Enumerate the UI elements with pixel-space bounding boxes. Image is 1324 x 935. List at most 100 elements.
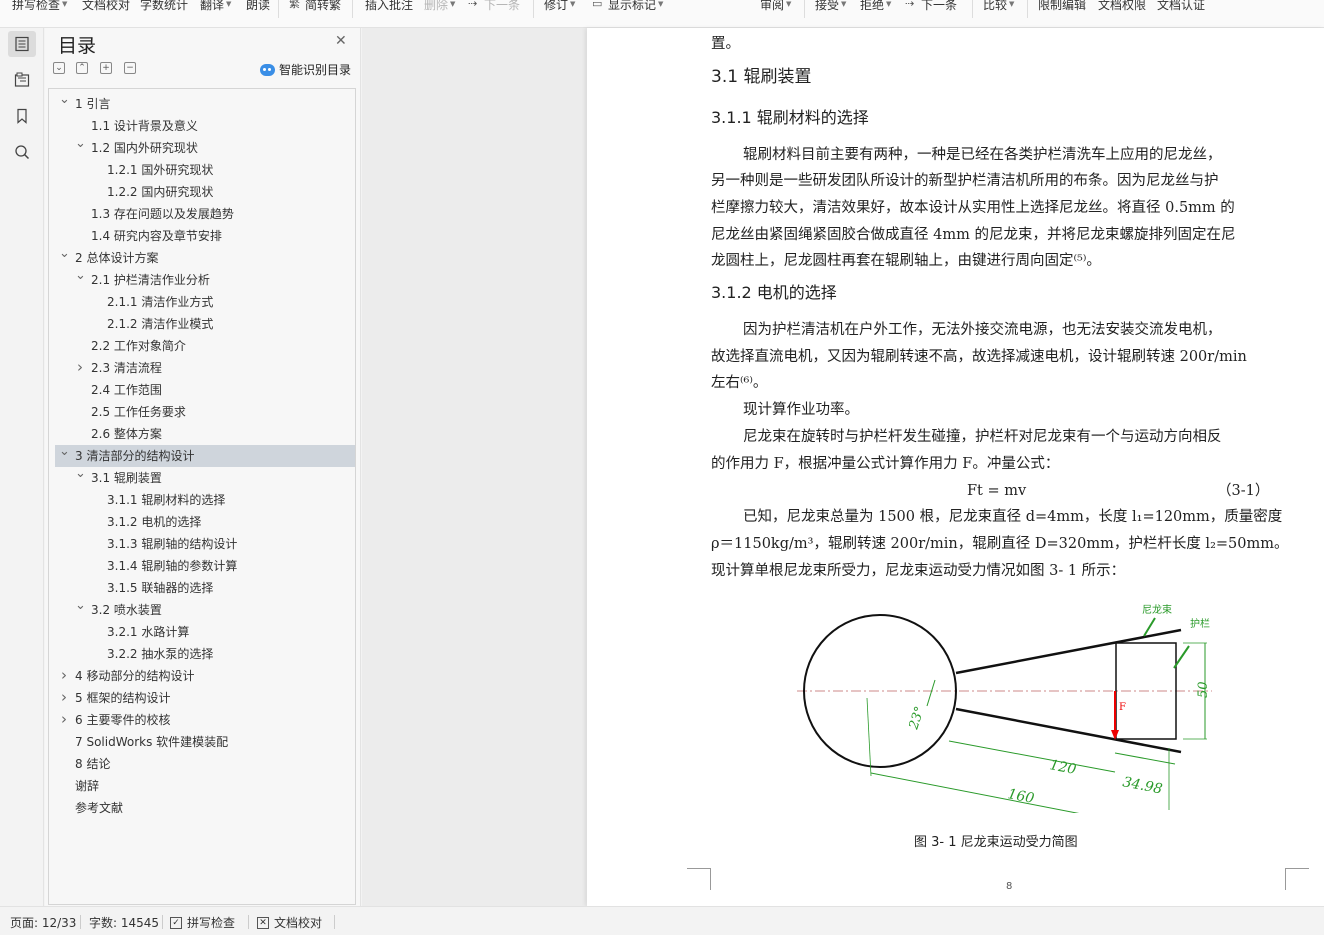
toc-item[interactable]: › 5 框架的结构设计 <box>49 687 349 709</box>
search-panel-button[interactable] <box>8 139 36 165</box>
outline-panel-button[interactable] <box>8 67 36 93</box>
dim-50-label: 50 <box>1196 681 1211 698</box>
toc-item[interactable]: ⌄ 3 清洁部分的结构设计 <box>55 444 355 467</box>
delete-comment-label: 删除 <box>424 0 449 12</box>
track-changes-button[interactable]: 修订 ▼ <box>544 0 575 13</box>
status-divider <box>248 915 249 929</box>
toc-item[interactable]: 7 SolidWorks 软件建模装配 <box>49 731 349 753</box>
review-toolbar: 拼写检查 ▼ 文档校对 字数统计 翻译 ▼ 朗读 繁简转繁 插入批注 删除 ▼ ⇢ 下一… <box>0 0 1324 28</box>
toc-item[interactable]: 3.1.3 辊刷轴的结构设计 <box>49 533 349 555</box>
toc-item[interactable]: 3.2.1 水路计算 <box>49 621 349 643</box>
toc-item[interactable]: 1.2.1 国外研究现状 <box>49 159 349 181</box>
chevron-right-icon[interactable]: › <box>59 686 69 708</box>
doc-proofread-button[interactable]: 文档校对 <box>82 0 130 13</box>
toc-item[interactable]: 1.3 存在问题以及发展趋势 <box>49 203 349 225</box>
bookmark-icon <box>17 108 27 124</box>
toc-item[interactable]: 参考文献 <box>49 797 349 819</box>
delete-comment-button[interactable]: 删除 ▼ <box>424 0 455 13</box>
nylon-leader <box>1143 617 1156 637</box>
toc-item[interactable]: 3.1.1 辊刷材料的选择 <box>49 489 349 511</box>
insert-comment-button[interactable]: 插入批注 <box>365 0 413 13</box>
toc-item-label: 2.4 工作范围 <box>91 383 162 397</box>
smart-toc-button[interactable]: 智能识别目录 <box>260 61 351 78</box>
remove-heading-icon[interactable]: − <box>124 62 136 74</box>
restrict-edit-button[interactable]: 限制编辑 <box>1038 0 1086 13</box>
toc-item[interactable]: 2.1.1 清洁作业方式 <box>49 291 349 313</box>
toc-item-label: 3.1.1 辊刷材料的选择 <box>107 493 226 507</box>
page-indicator[interactable]: 页面: 12/33 <box>10 914 76 931</box>
toolbar-divider <box>804 0 805 18</box>
toolbar-divider <box>533 0 534 18</box>
chevron-down-icon[interactable]: ⌄ <box>59 243 70 265</box>
toc-item[interactable]: 3.1.5 联轴器的选择 <box>49 577 349 599</box>
toc-item[interactable]: 2.1.2 清洁作业模式 <box>49 313 349 335</box>
word-count-indicator-label: 字数: 14545 <box>89 916 160 930</box>
doc-certify-button[interactable]: 文档认证 <box>1157 0 1205 13</box>
toc-item-label: 5 框架的结构设计 <box>75 691 171 705</box>
chevron-down-icon[interactable]: ⌄ <box>59 441 70 463</box>
toc-title: 目录 <box>58 35 97 57</box>
toc-item[interactable]: 1.4 研究内容及章节安排 <box>49 225 349 247</box>
toc-item-label: 3.2.2 抽水泵的选择 <box>107 647 214 661</box>
add-heading-icon[interactable]: + <box>100 62 112 74</box>
compare-button[interactable]: 比较 ▼ <box>983 0 1014 13</box>
toc-item[interactable]: 2.4 工作范围 <box>49 379 349 401</box>
toc-item[interactable]: 3.1.4 辊刷轴的参数计算 <box>49 555 349 577</box>
chevron-down-icon[interactable]: ⌄ <box>59 89 70 111</box>
accept-button[interactable]: 接受 ▼ <box>815 0 846 13</box>
status-proofread[interactable]: ✕ 文档校对 <box>257 914 322 931</box>
toc-item[interactable]: ⌄ 1.2 国内外研究现状 <box>49 136 349 159</box>
toc-item[interactable]: ⌄ 2 总体设计方案 <box>49 246 349 269</box>
toc-item[interactable]: 3.1.2 电机的选择 <box>49 511 349 533</box>
toc-item[interactable]: ⌄ 1 引言 <box>49 92 349 115</box>
reject-button[interactable]: 拒绝 ▼ <box>860 0 891 13</box>
toc-item-label: 4 移动部分的结构设计 <box>75 669 195 683</box>
chevron-down-icon[interactable]: ⌄ <box>75 265 86 287</box>
toc-item[interactable]: ⌄ 3.1 辊刷装置 <box>49 466 349 489</box>
show-markup-button[interactable]: ▭ 显示标记 ▼ <box>592 0 663 13</box>
word-count-indicator[interactable]: 字数: 14545 <box>89 914 159 931</box>
toc-item[interactable]: 8 结论 <box>49 753 349 775</box>
toc-item[interactable]: ⌄ 3.2 喷水装置 <box>49 598 349 621</box>
toc-item[interactable]: 2.5 工作任务要求 <box>49 401 349 423</box>
toc-item[interactable]: 2.2 工作对象简介 <box>49 335 349 357</box>
review-label: 审阅 <box>760 0 785 12</box>
bookmark-panel-button[interactable] <box>8 103 36 129</box>
toc-item[interactable]: 谢辞 <box>49 775 349 797</box>
toc-item-label: 6 主要零件的校核 <box>75 713 171 727</box>
toc-item[interactable]: › 4 移动部分的结构设计 <box>49 665 349 687</box>
review-button[interactable]: 审阅 ▼ <box>760 0 791 13</box>
next-comment-button[interactable]: ⇢ 下一条 <box>468 0 520 13</box>
chevron-right-icon[interactable]: › <box>75 356 85 378</box>
simplified-to-traditional-button[interactable]: 繁简转繁 <box>289 0 341 13</box>
chevron-down-icon[interactable]: ⌄ <box>75 595 86 617</box>
chevron-right-icon[interactable]: › <box>59 708 69 730</box>
expand-up-icon[interactable]: ⌃ <box>76 62 88 74</box>
next-change-button[interactable]: ⇢ 下一条 <box>905 0 957 13</box>
status-divider <box>80 915 81 929</box>
toc-panel-button[interactable] <box>8 31 36 57</box>
read-aloud-button[interactable]: 朗读 <box>246 0 270 13</box>
toc-item[interactable]: 3.2.2 抽水泵的选择 <box>49 643 349 665</box>
toc-item[interactable]: 1.1 设计背景及意义 <box>49 115 349 137</box>
toc-item[interactable]: 2.6 整体方案 <box>49 423 349 445</box>
chevron-right-icon[interactable]: › <box>59 664 69 686</box>
paragraph-line: 置。 <box>711 36 740 52</box>
doc-permission-button[interactable]: 文档权限 <box>1098 0 1146 13</box>
word-count-button[interactable]: 字数统计 <box>140 0 188 13</box>
chevron-down-icon[interactable]: ⌄ <box>75 463 86 485</box>
spell-check-button[interactable]: 拼写检查 ▼ <box>12 0 67 13</box>
toc-item[interactable]: 1.2.2 国内研究现状 <box>49 181 349 203</box>
status-spell-check[interactable]: ✓ 拼写检查 <box>170 914 235 931</box>
close-icon[interactable]: ✕ <box>335 33 347 49</box>
chevron-down-icon[interactable]: ⌄ <box>75 133 86 155</box>
collapse-all-icon[interactable]: ⌄ <box>53 62 65 74</box>
caret-down-icon: ▼ <box>786 0 792 8</box>
translate-button[interactable]: 翻译 ▼ <box>200 0 231 13</box>
document-page[interactable]: Ft = mv （3-1） 置。 3.1 辊刷装置 3.1.1 辊刷材料的选择 辊刷材… <box>587 28 1324 906</box>
toc-item[interactable]: › 2.3 清洁流程 <box>49 357 349 379</box>
caret-down-icon: ▼ <box>226 0 232 8</box>
toc-item[interactable]: › 6 主要零件的校核 <box>49 709 349 731</box>
paragraph-line: 龙圆柱上，尼龙圆柱再套在辊刷轴上，由键进行周向固定⁽⁵⁾。 <box>711 253 1101 269</box>
toc-item[interactable]: ⌄ 2.1 护栏清洁作业分析 <box>49 268 349 291</box>
